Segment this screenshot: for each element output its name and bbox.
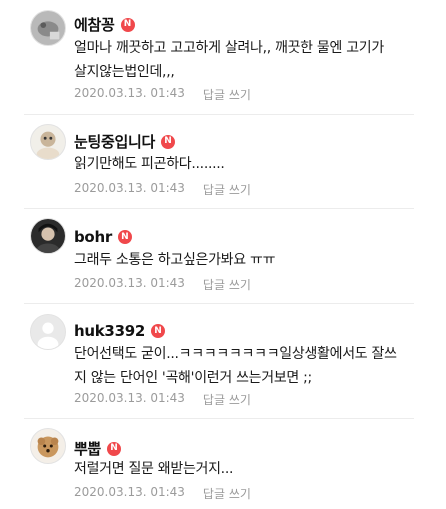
comment-date: 2020.03.13. 01:43	[74, 86, 185, 100]
reply-button[interactable]: 답글 쓰기	[203, 485, 251, 502]
reply-button[interactable]: 답글 쓰기	[203, 181, 251, 198]
avatar[interactable]	[30, 218, 66, 254]
divider	[24, 303, 414, 304]
default-profile-icon	[31, 315, 65, 349]
divider	[24, 418, 414, 419]
author-nickname[interactable]: 에참꽁	[74, 14, 115, 35]
comment-date: 2020.03.13. 01:43	[74, 276, 185, 290]
avatar[interactable]	[30, 124, 66, 160]
profile-photo-icon	[31, 429, 65, 463]
comment-date: 2020.03.13. 01:43	[74, 485, 185, 499]
profile-photo-icon	[31, 11, 65, 45]
comment-text: 그래두 소통은 하고싶은가봐요 ㅠㅠ	[74, 252, 276, 268]
divider	[24, 208, 414, 209]
avatar[interactable]	[30, 314, 66, 350]
comment-text: 단어선택도 굳이...ㅋㅋㅋㅋㅋㅋㅋㅋ일상생활에서도 잘쓰 지 않는 단어인 '…	[74, 346, 397, 386]
new-badge-icon: N	[150, 324, 165, 338]
new-badge-icon: N	[107, 441, 122, 456]
author-nickname[interactable]: 눈팅중입니다	[74, 131, 155, 152]
avatar[interactable]	[30, 428, 66, 464]
profile-photo-icon	[31, 219, 65, 253]
reply-button[interactable]: 답글 쓰기	[203, 86, 251, 103]
comment-text: 얼마나 깨끗하고 고고하게 살려나,, 깨끗한 물엔 고기가 살지않는법인데,,…	[74, 40, 384, 80]
reply-button[interactable]: 답글 쓰기	[203, 391, 251, 408]
new-badge-icon: N	[161, 134, 176, 149]
comment-list: 에참꽁 N 얼마나 깨끗하고 고고하게 살려나,, 깨끗한 물엔 고기가 살지않…	[0, 0, 446, 509]
profile-photo-icon	[31, 125, 65, 159]
comment-date: 2020.03.13. 01:43	[74, 391, 185, 405]
new-badge-icon: N	[117, 230, 132, 244]
comment-text: 저럴거면 질문 왜받는거지...	[74, 461, 234, 477]
comment-text: 읽기만해도 피곤하다........	[74, 156, 225, 172]
reply-button[interactable]: 답글 쓰기	[203, 276, 251, 293]
author-nickname[interactable]: huk3392	[74, 322, 145, 340]
new-badge-icon: N	[120, 17, 135, 32]
divider	[24, 114, 414, 115]
author-nickname[interactable]: bohr	[74, 228, 112, 246]
comment-date: 2020.03.13. 01:43	[74, 181, 185, 195]
avatar[interactable]	[30, 10, 66, 46]
author-nickname[interactable]: 뿌뿝	[74, 438, 101, 459]
